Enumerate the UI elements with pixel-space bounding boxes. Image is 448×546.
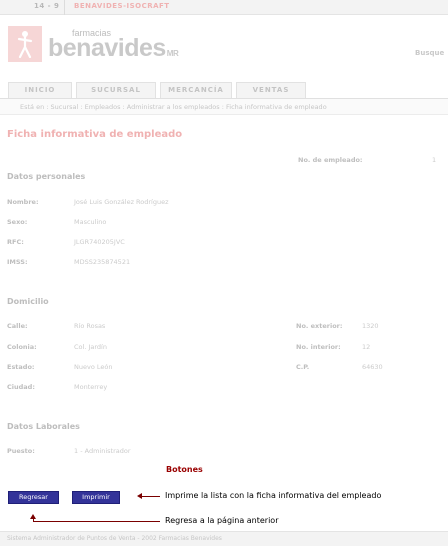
- no-interior-value: 12: [362, 343, 371, 351]
- regresar-button[interactable]: Regresar: [8, 491, 59, 504]
- footer: Sistema Administrador de Puntos de Venta…: [0, 531, 448, 546]
- imprimir-note: Imprime la lista con la ficha informativ…: [165, 491, 382, 500]
- employee-number-label: No. de empleado:: [298, 156, 363, 164]
- rfc-label: RFC:: [7, 238, 24, 246]
- botones-title: Botones: [166, 465, 203, 474]
- calle-label: Calle:: [7, 322, 28, 330]
- section-laborales-title: Datos Laborales: [7, 422, 80, 431]
- puesto-label: Puesto:: [7, 447, 35, 455]
- sexo-label: Sexo:: [7, 218, 28, 226]
- main-tabs: INICIO SUCURSAL MERCANCÍA VENTAS: [0, 82, 448, 99]
- brand-label: BENAVIDES-ISOCRAFT: [74, 2, 170, 10]
- calle-value: Río Rosas: [74, 322, 106, 330]
- logo-big-text: benavidesMR: [48, 34, 179, 62]
- logo-wordmark: farmacias benavidesMR: [46, 24, 206, 64]
- nombre-label: Nombre:: [7, 198, 39, 206]
- tab-sucursal[interactable]: SUCURSAL: [76, 82, 156, 98]
- cp-label: C.P.: [296, 363, 310, 371]
- tab-inicio[interactable]: INICIO: [8, 82, 72, 98]
- arrow-imprimir-line: [141, 496, 160, 497]
- imprimir-button[interactable]: Imprimir: [72, 491, 120, 504]
- imss-label: IMSS:: [7, 258, 28, 266]
- no-interior-label: No. interior:: [296, 343, 341, 351]
- benavides-logo: farmacias benavidesMR: [8, 24, 206, 64]
- section-domicilio-title: Domicilio: [7, 297, 49, 306]
- colonia-value: Col. Jardín: [74, 343, 107, 351]
- logo-figure-icon: [8, 26, 42, 62]
- estado-label: Estado:: [7, 363, 35, 371]
- employee-number-value: 1: [432, 156, 437, 164]
- estado-value: Nuevo León: [74, 363, 113, 371]
- nombre-value: José Luis González Rodríguez: [74, 198, 169, 206]
- search-label[interactable]: Busque: [415, 49, 444, 57]
- regresar-note: Regresa a la página anterior: [165, 516, 279, 525]
- tab-mercancia[interactable]: MERCANCÍA: [160, 82, 232, 98]
- no-exterior-label: No. exterior:: [296, 322, 343, 330]
- puesto-value: 1 - Administrador: [74, 447, 131, 455]
- tab-ventas[interactable]: VENTAS: [236, 82, 306, 98]
- rfc-value: JLGR740205JVC: [74, 238, 125, 246]
- top-bar-divider: [64, 0, 65, 15]
- sexo-value: Masculino: [74, 218, 107, 226]
- top-bar: 14 - 9 BENAVIDES-ISOCRAFT: [0, 0, 448, 15]
- screen-code: 14 - 9: [34, 2, 60, 10]
- ciudad-label: Ciudad:: [7, 383, 35, 391]
- cp-value: 64630: [362, 363, 383, 371]
- ciudad-value: Monterrey: [74, 383, 108, 391]
- imss-value: MDSS235874521: [74, 258, 131, 266]
- no-exterior-value: 1320: [362, 322, 379, 330]
- section-personal-title: Datos personales: [7, 172, 86, 181]
- breadcrumb: Está en : Sucursal : Empleados : Adminis…: [0, 99, 448, 115]
- arrow-regresar-line: [33, 521, 160, 522]
- colonia-label: Colonia:: [7, 343, 37, 351]
- page-title: Ficha informativa de empleado: [7, 129, 183, 140]
